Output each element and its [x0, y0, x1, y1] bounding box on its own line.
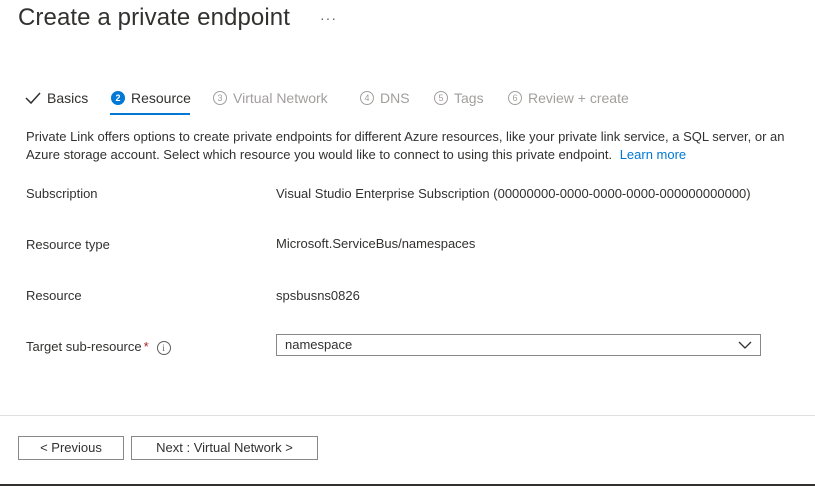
subscription-value: Visual Studio Enterprise Subscription (0… [276, 186, 751, 201]
previous-button[interactable]: < Previous [18, 436, 124, 460]
resource-type-label: Resource type [26, 237, 110, 252]
footer-divider [0, 415, 815, 416]
info-icon[interactable]: i [156, 340, 171, 355]
tab-tags[interactable]: 5 Tags [434, 88, 484, 108]
subscription-label: Subscription [26, 186, 98, 201]
description: Private Link offers options to create pr… [26, 128, 796, 164]
next-virtual-network-button[interactable]: Next : Virtual Network > [131, 436, 318, 460]
more-options-button[interactable]: ··· [320, 10, 337, 26]
tab-basics[interactable]: Basics [24, 88, 88, 108]
tab-review-create-label: Review + create [528, 90, 629, 106]
step-number-badge: 2 [111, 91, 125, 105]
resource-type-value: Microsoft.ServiceBus/namespaces [276, 236, 476, 251]
resource-label: Resource [26, 288, 82, 303]
tab-review-create[interactable]: 6 Review + create [508, 88, 629, 108]
tab-resource[interactable]: 2 Resource [111, 88, 191, 108]
target-sub-resource-dropdown[interactable]: namespace [276, 334, 761, 356]
tab-tags-label: Tags [454, 90, 484, 106]
tab-basics-label: Basics [47, 90, 89, 106]
required-indicator: * [143, 339, 149, 354]
target-sub-resource-value: namespace [285, 337, 353, 352]
learn-more-link[interactable]: Learn more [620, 147, 686, 162]
wizard-steps: Basics 2 Resource 3 Virtual Network 4 DN… [24, 88, 724, 118]
chevron-down-icon [738, 341, 752, 349]
tab-resource-label: Resource [131, 90, 191, 106]
target-sub-resource-label: Target sub-resource [26, 339, 142, 354]
active-tab-indicator [110, 113, 190, 115]
tab-dns-label: DNS [380, 90, 410, 106]
resource-value: spsbusns0826 [276, 288, 360, 303]
step-number-badge: 5 [434, 91, 448, 105]
step-number-badge: 3 [213, 91, 227, 105]
tab-virtual-network[interactable]: 3 Virtual Network [213, 88, 328, 108]
target-sub-resource-label-group: Target sub-resource * i [26, 339, 171, 355]
tab-virtual-network-label: Virtual Network [233, 90, 328, 106]
page-title: Create a private endpoint [18, 4, 291, 31]
checkmark-icon [25, 92, 41, 105]
tab-dns[interactable]: 4 DNS [360, 88, 410, 108]
step-number-badge: 6 [508, 91, 522, 105]
step-number-badge: 4 [360, 91, 374, 105]
